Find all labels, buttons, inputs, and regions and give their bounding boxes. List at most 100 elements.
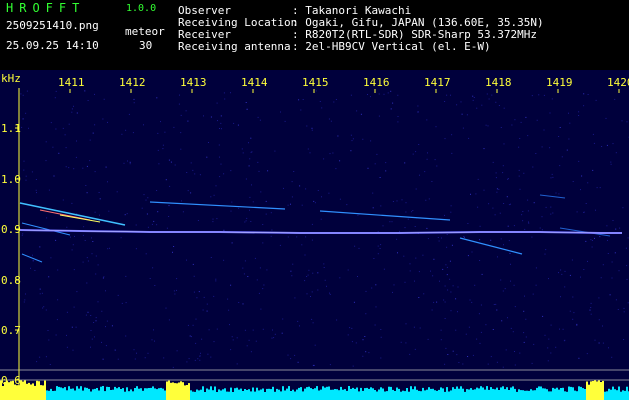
noise-dot xyxy=(271,229,273,231)
noise-dot xyxy=(472,354,474,356)
noise-dot xyxy=(351,341,353,343)
noise-dot xyxy=(91,237,92,239)
noise-dot xyxy=(312,364,314,366)
noise-dot xyxy=(76,140,77,142)
noise-dot xyxy=(287,204,289,206)
level-bar xyxy=(504,389,506,400)
level-bar xyxy=(276,388,278,400)
noise-dot xyxy=(569,310,571,312)
noise-dot xyxy=(223,173,225,175)
level-bar xyxy=(434,390,436,400)
level-bar xyxy=(546,389,548,400)
level-bar xyxy=(124,391,126,400)
noise-dot xyxy=(364,336,366,337)
noise-dot xyxy=(321,107,323,109)
noise-dot xyxy=(73,269,75,271)
noise-dot xyxy=(464,236,465,238)
noise-dot xyxy=(50,257,52,259)
noise-dot xyxy=(39,288,41,290)
noise-dot xyxy=(607,239,608,241)
noise-dot xyxy=(157,149,159,151)
level-bar xyxy=(64,387,66,400)
noise-dot xyxy=(347,269,349,271)
level-bar xyxy=(214,386,216,400)
noise-dot xyxy=(612,143,614,145)
level-bar xyxy=(72,388,74,400)
noise-dot xyxy=(514,351,515,352)
level-bar xyxy=(162,388,164,400)
noise-dot xyxy=(513,225,515,227)
noise-dot xyxy=(614,98,616,100)
noise-dot xyxy=(186,259,187,261)
noise-dot xyxy=(245,220,247,222)
noise-dot xyxy=(569,122,571,124)
noise-dot xyxy=(70,236,71,238)
noise-dot xyxy=(548,278,549,280)
level-bar xyxy=(624,390,626,400)
level-bar xyxy=(400,391,402,400)
y-axis-unit: kHz xyxy=(1,72,21,85)
noise-dot xyxy=(186,172,188,173)
noise-dot xyxy=(22,94,24,96)
level-bar xyxy=(334,389,336,400)
noise-dot xyxy=(492,329,494,330)
noise-dot xyxy=(208,142,209,143)
level-bar xyxy=(258,390,260,400)
noise-dot xyxy=(578,111,580,113)
noise-dot xyxy=(238,302,240,303)
noise-dot xyxy=(550,206,552,208)
noise-dot xyxy=(216,218,218,220)
level-bar xyxy=(352,387,354,400)
noise-dot xyxy=(260,191,262,193)
level-bar xyxy=(330,389,332,400)
noise-dot xyxy=(311,223,313,225)
noise-dot xyxy=(108,210,110,212)
level-bar xyxy=(118,387,120,400)
noise-dot xyxy=(437,237,439,238)
noise-dot xyxy=(518,175,520,177)
level-bar xyxy=(368,388,370,400)
noise-dot xyxy=(617,309,619,310)
noise-dot xyxy=(203,296,205,298)
noise-dot xyxy=(559,328,560,330)
noise-dot xyxy=(250,221,252,222)
noise-dot xyxy=(495,177,497,179)
level-bar xyxy=(150,387,152,400)
noise-dot xyxy=(49,364,51,365)
noise-dot xyxy=(174,164,176,166)
noise-dot xyxy=(109,247,110,249)
noise-dot xyxy=(509,253,511,254)
noise-dot xyxy=(32,260,34,262)
noise-dot xyxy=(568,112,569,114)
noise-dot xyxy=(377,253,379,255)
noise-dot xyxy=(219,176,221,178)
noise-dot xyxy=(48,339,50,341)
noise-dot xyxy=(333,101,335,103)
noise-dot xyxy=(441,237,442,239)
x-tick-label: 1413 xyxy=(180,76,207,89)
level-bar xyxy=(454,388,456,400)
noise-dot xyxy=(479,260,481,261)
noise-dot xyxy=(502,165,504,167)
noise-dot xyxy=(258,170,260,172)
level-bar xyxy=(198,390,200,400)
noise-dot xyxy=(291,275,293,277)
noise-dot xyxy=(583,105,585,107)
noise-dot xyxy=(91,338,93,340)
noise-dot xyxy=(391,221,393,223)
noise-dot xyxy=(585,203,587,204)
noise-dot xyxy=(54,97,56,99)
noise-dot xyxy=(405,342,407,344)
noise-dot xyxy=(309,152,311,154)
app-logo: HROFFT xyxy=(6,1,86,15)
noise-dot xyxy=(172,251,173,253)
noise-dot xyxy=(58,152,60,154)
level-bar xyxy=(416,389,418,400)
level-bar xyxy=(120,389,122,400)
noise-dot xyxy=(23,169,25,171)
noise-dot xyxy=(105,345,107,347)
noise-dot xyxy=(243,273,245,275)
noise-dot xyxy=(507,317,508,319)
noise-dot xyxy=(255,340,257,342)
level-bar xyxy=(314,388,316,400)
